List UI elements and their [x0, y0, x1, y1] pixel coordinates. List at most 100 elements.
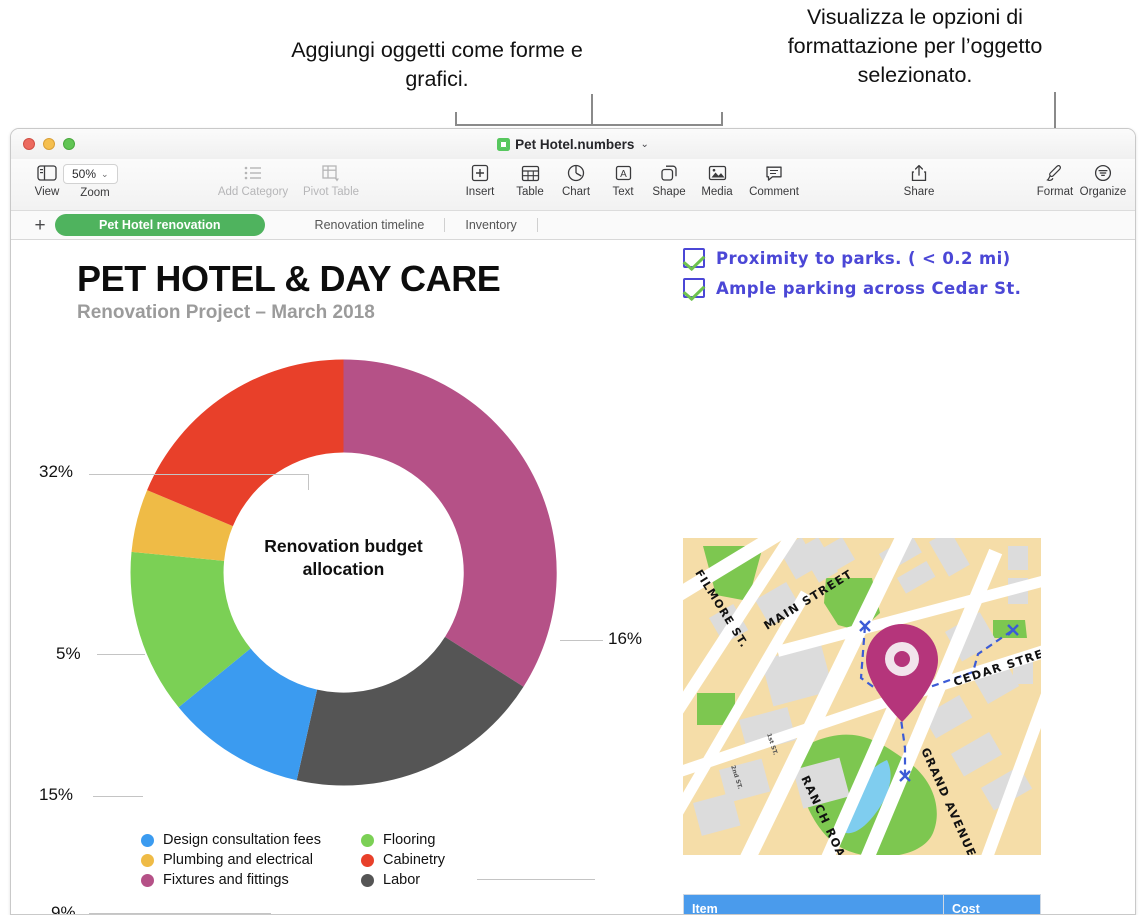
donut-center-line2: allocation: [303, 559, 385, 579]
toolbar-comment-label: Comment: [749, 186, 799, 198]
legend-swatch-cabinetry: [361, 854, 374, 867]
text-icon: A: [615, 161, 632, 185]
legend-label-design: Design consultation fees: [163, 832, 321, 848]
toolbar-comment-button[interactable]: Comment: [742, 161, 806, 198]
insert-icon: [471, 161, 489, 185]
main-toolbar: View 50% ⌄ Zoom Add Category Pivot Tab: [11, 159, 1135, 211]
list-icon: [244, 161, 262, 185]
sheet-tab-bar: + Pet Hotel renovation Renovation timeli…: [11, 211, 1135, 240]
legend-item-labor[interactable]: Labor: [361, 872, 445, 888]
numbers-app-window: Pet Hotel.numbers ⌄ View 50% ⌄ Zoom: [10, 128, 1136, 915]
map-svg: FILMORE ST. MAIN STREET CEDAR STREET RAN…: [683, 538, 1041, 855]
callout-bracket-stem: [591, 94, 593, 126]
table-header-item[interactable]: Item: [684, 895, 944, 915]
legend-label-plumbing: Plumbing and electrical: [163, 852, 313, 868]
toolbar-shape-label: Shape: [652, 186, 685, 198]
leader-tick-32: [308, 474, 309, 490]
map-image[interactable]: FILMORE ST. MAIN STREET CEDAR STREET RAN…: [683, 538, 1041, 855]
tab-separator: [537, 218, 538, 232]
cost-table[interactable]: Item Cost Design consultation fees $1,50…: [683, 894, 1041, 915]
document-title: Pet Hotel.numbers: [515, 137, 634, 152]
zoom-button[interactable]: [63, 138, 75, 150]
checklist-item-1[interactable]: Proximity to parks. ( < 0.2 mi): [683, 248, 1011, 268]
legend-item-flooring[interactable]: Flooring: [361, 832, 445, 848]
chart-label-32: 32%: [39, 462, 73, 482]
leader-line-16: [560, 640, 603, 641]
sheet-tab-renovation-timeline[interactable]: Renovation timeline: [295, 215, 445, 235]
callout-bracket-right: [721, 112, 723, 126]
legend-swatch-fixtures: [141, 874, 154, 887]
page-title[interactable]: PET HOTEL & DAY CARE: [77, 258, 500, 300]
chevron-down-icon: ⌄: [101, 169, 109, 180]
zoom-value: 50%: [72, 167, 96, 181]
donut-chart[interactable]: Renovation budget allocation: [116, 345, 571, 800]
add-sheet-button[interactable]: +: [25, 216, 55, 235]
checkbox-checked-icon[interactable]: [683, 278, 705, 298]
legend-swatch-flooring: [361, 834, 374, 847]
legend-item-design[interactable]: Design consultation fees: [141, 832, 321, 848]
organize-icon: [1094, 161, 1112, 185]
screenshot-root: Aggiungi oggetti come forme e grafici. V…: [0, 0, 1144, 915]
legend-label-flooring: Flooring: [383, 832, 435, 848]
legend-item-plumbing[interactable]: Plumbing and electrical: [141, 852, 321, 868]
checklist-label-2: Ample parking across Cedar St.: [716, 279, 1021, 298]
share-icon: [911, 161, 927, 185]
table-icon: [521, 161, 540, 185]
minimize-button[interactable]: [43, 138, 55, 150]
numbers-document-icon: [497, 138, 510, 151]
toolbar-add-category-label: Add Category: [218, 186, 288, 198]
document-title-group: Pet Hotel.numbers ⌄: [11, 129, 1135, 159]
toolbar-format-label: Format: [1037, 186, 1073, 198]
legend-item-cabinetry[interactable]: Cabinetry: [361, 852, 445, 868]
callout-bracket-top: [455, 124, 723, 126]
toolbar-organize-label: Organize: [1080, 186, 1127, 198]
zoom-select[interactable]: 50% ⌄: [63, 164, 118, 184]
legend-swatch-plumbing: [141, 854, 154, 867]
comment-icon: [765, 161, 783, 185]
close-button[interactable]: [23, 138, 35, 150]
table-header-cost[interactable]: Cost: [944, 895, 1041, 915]
toolbar-table-label: Table: [516, 186, 544, 198]
toolbar-chart-label: Chart: [562, 186, 590, 198]
sheet-tab-inventory[interactable]: Inventory: [445, 215, 536, 235]
leader-line-15: [93, 796, 143, 797]
window-title-bar: Pet Hotel.numbers ⌄: [11, 129, 1135, 159]
legend-label-labor: Labor: [383, 872, 420, 888]
legend-swatch-labor: [361, 874, 374, 887]
media-icon: [708, 161, 727, 185]
leader-line-32: [89, 474, 309, 475]
toolbar-pivot-table-button[interactable]: Pivot Table: [299, 161, 363, 198]
leader-line-23: [477, 879, 595, 880]
donut-center-line1: Renovation budget: [264, 536, 422, 556]
chart-label-9: 9%: [51, 903, 76, 915]
chevron-down-icon[interactable]: ⌄: [640, 139, 648, 150]
sheet-canvas[interactable]: PET HOTEL & DAY CARE Renovation Project …: [11, 240, 1135, 915]
checklist-item-2[interactable]: Ample parking across Cedar St.: [683, 278, 1021, 298]
toolbar-view-label: View: [35, 186, 60, 198]
callout-insert-tools: Aggiungi oggetti come forme e grafici.: [282, 36, 592, 94]
pivot-table-icon: [322, 161, 341, 185]
donut-segment-fixtures[interactable]: [344, 359, 557, 686]
callout-format-button: Visualizza le opzioni di formattazione p…: [770, 3, 1060, 90]
toolbar-text-label: Text: [612, 186, 633, 198]
toolbar-insert-label: Insert: [466, 186, 495, 198]
sidebar-icon: [37, 161, 57, 185]
leader-line-9: [89, 913, 271, 914]
svg-text:A: A: [620, 169, 627, 180]
table-header-row: Item Cost: [684, 895, 1041, 915]
toolbar-zoom-label: Zoom: [63, 187, 127, 199]
toolbar-organize-button[interactable]: Organize: [1071, 161, 1135, 198]
toolbar-add-category-button[interactable]: Add Category: [221, 161, 285, 198]
shape-icon: [660, 161, 678, 185]
checkbox-checked-icon[interactable]: [683, 248, 705, 268]
chart-icon: [567, 161, 585, 185]
donut-segment-cabinetry[interactable]: [147, 360, 343, 527]
legend-item-fixtures[interactable]: Fixtures and fittings: [141, 872, 321, 888]
sheet-tab-pet-hotel-renovation[interactable]: Pet Hotel renovation: [55, 214, 265, 236]
format-brush-icon: [1046, 161, 1064, 185]
page-subtitle[interactable]: Renovation Project – March 2018: [77, 302, 375, 324]
chart-label-5: 5%: [56, 644, 81, 664]
callout-bracket-left: [455, 112, 457, 126]
toolbar-share-button[interactable]: Share: [887, 161, 951, 198]
toolbar-media-button[interactable]: Media: [685, 161, 749, 198]
